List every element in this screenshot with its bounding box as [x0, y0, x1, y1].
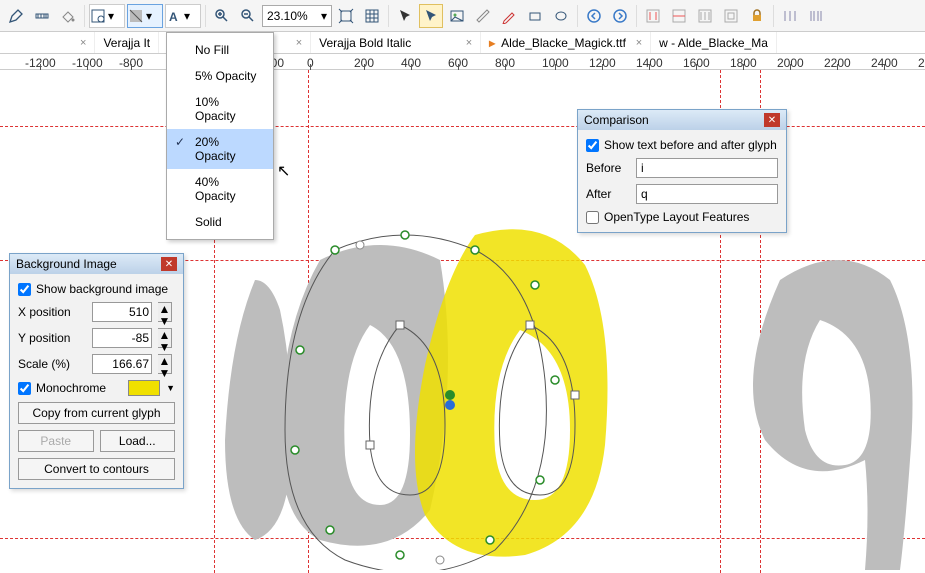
menu-item-10[interactable]: 10% Opacity — [167, 89, 273, 129]
load-button[interactable]: Load... — [100, 430, 176, 452]
xpos-input[interactable]: 510 — [92, 302, 152, 322]
preview-dropdown[interactable]: ▾ — [89, 4, 125, 28]
zoom-value: 23.10% — [267, 9, 308, 23]
close-icon[interactable]: ✕ — [161, 257, 177, 271]
menu-item-5[interactable]: 5% Opacity — [167, 63, 273, 89]
zoom-in-icon[interactable] — [210, 4, 234, 28]
grid-toggle[interactable] — [360, 4, 384, 28]
ypos-input[interactable]: -85 — [92, 328, 152, 348]
close-icon[interactable]: × — [80, 37, 86, 49]
svg-text:A: A — [169, 10, 178, 24]
horizontal-ruler: -1200 -1000 -800 -600 -400 -200 0 200 40… — [0, 54, 925, 70]
menu-item-no-fill[interactable]: No Fill — [167, 37, 273, 63]
fill-opacity-menu: No Fill 5% Opacity 10% Opacity ✓20% Opac… — [166, 32, 274, 240]
tab-alde-blacke[interactable]: ▸ Alde_Blacke_Magick.ttf × — [481, 32, 651, 53]
rect-tool[interactable] — [523, 4, 547, 28]
metrics-1[interactable] — [641, 4, 665, 28]
back-icon[interactable] — [582, 4, 606, 28]
panel-titlebar[interactable]: Background Image ✕ — [10, 254, 183, 274]
after-input[interactable]: q — [636, 184, 778, 204]
tab-leading-close[interactable]: × — [0, 32, 95, 53]
menu-item-40[interactable]: 40% Opacity — [167, 169, 273, 209]
pointer-tool[interactable] — [393, 4, 417, 28]
tab-label: Verajja It — [103, 36, 150, 50]
toolbar: ▾ ▾ A▾ 23.10%▾ — [0, 0, 925, 32]
fill-opacity-dropdown[interactable]: ▾ — [127, 4, 163, 28]
background-image-panel: Background Image ✕ Show background image… — [9, 253, 184, 489]
panel-title: Comparison — [584, 113, 649, 127]
tab-w-alde[interactable]: w - Alde_Blacke_Ma — [651, 32, 777, 53]
lock-icon[interactable] — [745, 4, 769, 28]
close-icon[interactable]: × — [466, 37, 472, 49]
opentype-checkbox[interactable]: OpenType Layout Features — [586, 210, 778, 224]
metrics-4[interactable] — [719, 4, 743, 28]
show-bg-checkbox[interactable]: Show background image — [18, 282, 175, 296]
tab-bar: × Verajja It Verajja Bold× Verajja Bold … — [0, 32, 925, 54]
fit-icon[interactable] — [334, 4, 358, 28]
menu-item-solid[interactable]: Solid — [167, 209, 273, 235]
forward-icon[interactable] — [608, 4, 632, 28]
xpos-label: X position — [18, 305, 86, 319]
close-icon[interactable]: × — [296, 37, 302, 49]
ypos-spinner[interactable]: ▲▼ — [158, 328, 172, 348]
close-icon[interactable]: × — [636, 37, 642, 49]
scale-input[interactable]: 166.67 — [92, 354, 152, 374]
close-icon[interactable]: ✕ — [764, 113, 780, 127]
monochrome-checkbox[interactable]: Monochrome — [18, 381, 122, 395]
before-input[interactable]: i — [636, 158, 778, 178]
ypos-label: Y position — [18, 331, 86, 345]
xpos-spinner[interactable]: ▲▼ — [158, 302, 172, 322]
menu-item-20[interactable]: ✓20% Opacity — [167, 129, 273, 169]
zoom-out-icon[interactable] — [236, 4, 260, 28]
kern-2[interactable] — [804, 4, 828, 28]
color-swatch[interactable] — [128, 380, 160, 396]
edit-tool[interactable] — [497, 4, 521, 28]
measure-tool[interactable] — [471, 4, 495, 28]
modified-icon: ▸ — [489, 36, 495, 50]
pen-tool[interactable] — [4, 4, 28, 28]
panel-title: Background Image — [16, 257, 117, 271]
image-tool[interactable] — [445, 4, 469, 28]
tab-label: Alde_Blacke_Magick.ttf — [501, 36, 626, 50]
convert-contours-button[interactable]: Convert to contours — [18, 458, 175, 480]
tab-label: w - Alde_Blacke_Ma — [659, 36, 768, 50]
metrics-2[interactable] — [667, 4, 691, 28]
zoom-select[interactable]: 23.10%▾ — [262, 5, 332, 27]
paste-button: Paste — [18, 430, 94, 452]
check-icon: ✓ — [175, 135, 185, 149]
scale-spinner[interactable]: ▲▼ — [158, 354, 172, 374]
copy-from-glyph-button[interactable]: Copy from current glyph — [18, 402, 175, 424]
panel-titlebar[interactable]: Comparison ✕ — [578, 110, 786, 130]
kern-1[interactable] — [778, 4, 802, 28]
metrics-3[interactable] — [693, 4, 717, 28]
tab-label: Verajja Bold Italic — [319, 36, 411, 50]
scale-label: Scale (%) — [18, 357, 86, 371]
before-label: Before — [586, 161, 630, 175]
shape-pointer-tool[interactable] — [419, 4, 443, 28]
tab-verajja-bold-italic[interactable]: Verajja Bold Italic × — [311, 32, 481, 53]
text-dropdown[interactable]: A▾ — [165, 4, 201, 28]
color-dd[interactable]: ▼ — [166, 383, 175, 393]
glyph-q — [750, 210, 925, 570]
tab-verajja-it[interactable]: Verajja It — [95, 32, 159, 53]
bucket-tool[interactable] — [56, 4, 80, 28]
comparison-panel: Comparison ✕ Show text before and after … — [577, 109, 787, 233]
after-label: After — [586, 187, 630, 201]
show-text-checkbox[interactable]: Show text before and after glyph — [586, 138, 778, 152]
ruler-tool[interactable] — [30, 4, 54, 28]
circle-tool[interactable] — [549, 4, 573, 28]
